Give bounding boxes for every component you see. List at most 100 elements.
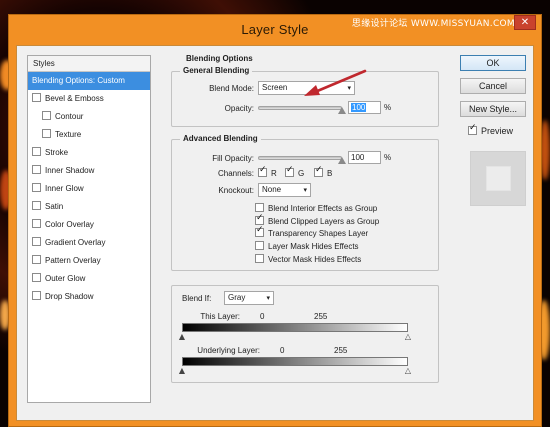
option-vector-mask-hides-effects[interactable]: Vector Mask Hides Effects <box>255 253 362 264</box>
this-layer-white-slider-icon[interactable]: △ <box>404 333 412 341</box>
this-layer-black-slider-icon[interactable]: ▲ <box>178 333 186 341</box>
blend-if-group: Blend If: Gray ▾ This Layer: 0 255 ▲ △ U… <box>171 285 439 383</box>
channel-b-label: B <box>327 169 333 178</box>
blend-if-value: Gray <box>228 293 246 302</box>
channel-r-label: R <box>271 169 277 178</box>
title-bar[interactable]: Layer Style 思缘设计论坛 WWW.MISSYUAN.COM ✕ <box>9 15 541 45</box>
channel-b-checkbox[interactable]: B <box>314 165 333 178</box>
style-item-checkbox[interactable] <box>32 273 41 282</box>
style-item-label: Inner Shadow <box>45 166 95 175</box>
preview-label: Preview <box>481 126 514 136</box>
style-item-checkbox[interactable] <box>32 219 41 228</box>
fill-opacity-unit: % <box>384 153 392 162</box>
style-item-inner-glow[interactable]: Inner Glow <box>28 180 150 198</box>
style-item-stroke[interactable]: Stroke <box>28 144 150 162</box>
advanced-blending-title: Advanced Blending <box>180 134 261 143</box>
preview-swatch-inner <box>486 166 511 191</box>
option-label: Vector Mask Hides Effects <box>268 254 362 264</box>
option-checkbox[interactable] <box>255 225 264 238</box>
styles-list: Blending Options: Custom Bevel & Emboss Co… <box>28 72 150 306</box>
knockout-value: None <box>262 185 282 194</box>
blend-mode-label: Blend Mode: <box>209 84 254 93</box>
style-item-label: Stroke <box>45 148 69 157</box>
preview-checkbox[interactable]: Preview <box>468 123 514 136</box>
option-label: Blend Clipped Layers as Group <box>268 216 380 226</box>
opacity-label: Opacity: <box>224 104 254 113</box>
option-blend-clipped-layers-as-group[interactable]: Blend Clipped Layers as Group <box>255 213 380 226</box>
style-item-label: Gradient Overlay <box>45 238 106 247</box>
opacity-input[interactable]: 100 <box>348 101 381 114</box>
this-layer-label: This Layer: <box>200 312 240 321</box>
style-item-checkbox[interactable] <box>32 291 41 300</box>
option-checkbox[interactable] <box>255 241 264 251</box>
ok-button[interactable]: OK <box>460 55 526 71</box>
opacity-slider[interactable] <box>258 106 342 110</box>
this-layer-max: 255 <box>314 312 328 321</box>
style-item-label: Color Overlay <box>45 220 94 229</box>
preview-swatch <box>470 151 526 206</box>
style-item-gradient-overlay[interactable]: Gradient Overlay <box>28 234 150 252</box>
style-item-outer-glow[interactable]: Outer Glow <box>28 270 150 288</box>
underlying-layer-max: 255 <box>334 346 348 355</box>
fill-opacity-label: Fill Opacity: <box>212 154 254 163</box>
styles-panel: Styles Blending Options: Custom Bevel & E… <box>27 55 151 403</box>
style-item-checkbox[interactable] <box>32 183 41 192</box>
knockout-label: Knockout: <box>218 186 254 195</box>
underlying-layer-gradient <box>182 357 408 366</box>
option-blend-interior-effects-as-group[interactable]: Blend Interior Effects as Group <box>255 203 377 213</box>
underlying-layer-label: Underlying Layer: <box>197 346 260 355</box>
general-blending-title: General Blending <box>180 66 253 75</box>
style-item-blending-options-custom[interactable]: Blending Options: Custom <box>28 72 150 90</box>
fill-opacity-value: 100 <box>351 153 365 162</box>
style-item-pattern-overlay[interactable]: Pattern Overlay <box>28 252 150 270</box>
this-layer-gradient <box>182 323 408 332</box>
new-style-button[interactable]: New Style... <box>460 101 526 117</box>
option-layer-mask-hides-effects[interactable]: Layer Mask Hides Effects <box>255 241 359 251</box>
channels-label: Channels: <box>217 169 254 178</box>
style-item-checkbox[interactable] <box>32 201 41 210</box>
underlying-white-slider-icon[interactable]: △ <box>404 367 412 375</box>
cancel-button[interactable]: Cancel <box>460 78 526 94</box>
option-checkbox[interactable] <box>255 203 264 212</box>
fill-opacity-slider-thumb[interactable] <box>338 157 346 164</box>
style-item-satin[interactable]: Satin <box>28 198 150 216</box>
option-checkbox[interactable] <box>255 213 264 225</box>
chevron-down-icon: ▾ <box>266 294 270 302</box>
style-item-checkbox[interactable] <box>32 165 41 174</box>
style-item-checkbox[interactable] <box>32 255 41 264</box>
opacity-slider-thumb[interactable] <box>338 107 346 114</box>
option-transparency-shapes-layer[interactable]: Transparency Shapes Layer <box>255 225 368 238</box>
style-item-label: Outer Glow <box>45 274 86 283</box>
style-item-bevel-emboss[interactable]: Bevel & Emboss <box>28 90 150 108</box>
underlying-layer-min: 0 <box>280 346 285 355</box>
underlying-black-slider-icon[interactable]: ▲ <box>178 367 186 375</box>
blending-options-title: Blending Options <box>183 54 256 63</box>
style-item-drop-shadow[interactable]: Drop Shadow <box>28 288 150 306</box>
option-label: Layer Mask Hides Effects <box>268 242 359 252</box>
style-item-inner-shadow[interactable]: Inner Shadow <box>28 162 150 180</box>
style-item-checkbox[interactable] <box>42 129 51 138</box>
preview-check-icon <box>468 123 477 135</box>
style-item-texture[interactable]: Texture <box>28 126 150 144</box>
style-item-checkbox[interactable] <box>32 147 41 156</box>
fill-opacity-slider[interactable] <box>258 156 342 160</box>
chevron-down-icon: ▾ <box>303 186 307 194</box>
option-checkbox[interactable] <box>255 253 264 263</box>
style-item-label: Texture <box>55 130 82 139</box>
style-item-checkbox[interactable] <box>42 111 51 120</box>
channel-r-checkbox[interactable]: R <box>258 165 277 178</box>
blend-if-dropdown[interactable]: Gray ▾ <box>224 291 274 305</box>
this-layer-min: 0 <box>260 312 265 321</box>
close-icon[interactable]: ✕ <box>514 15 536 30</box>
style-item-checkbox[interactable] <box>32 93 41 102</box>
knockout-dropdown[interactable]: None ▾ <box>258 183 311 197</box>
style-item-contour[interactable]: Contour <box>28 108 150 126</box>
fill-opacity-input[interactable]: 100 <box>348 151 381 164</box>
style-item-label: Pattern Overlay <box>45 256 101 265</box>
style-item-label: Inner Glow <box>45 184 84 193</box>
style-item-color-overlay[interactable]: Color Overlay <box>28 216 150 234</box>
opacity-value: 100 <box>351 103 367 112</box>
style-item-checkbox[interactable] <box>32 237 41 246</box>
opacity-unit: % <box>384 103 392 112</box>
channel-g-checkbox[interactable]: G <box>285 165 304 178</box>
